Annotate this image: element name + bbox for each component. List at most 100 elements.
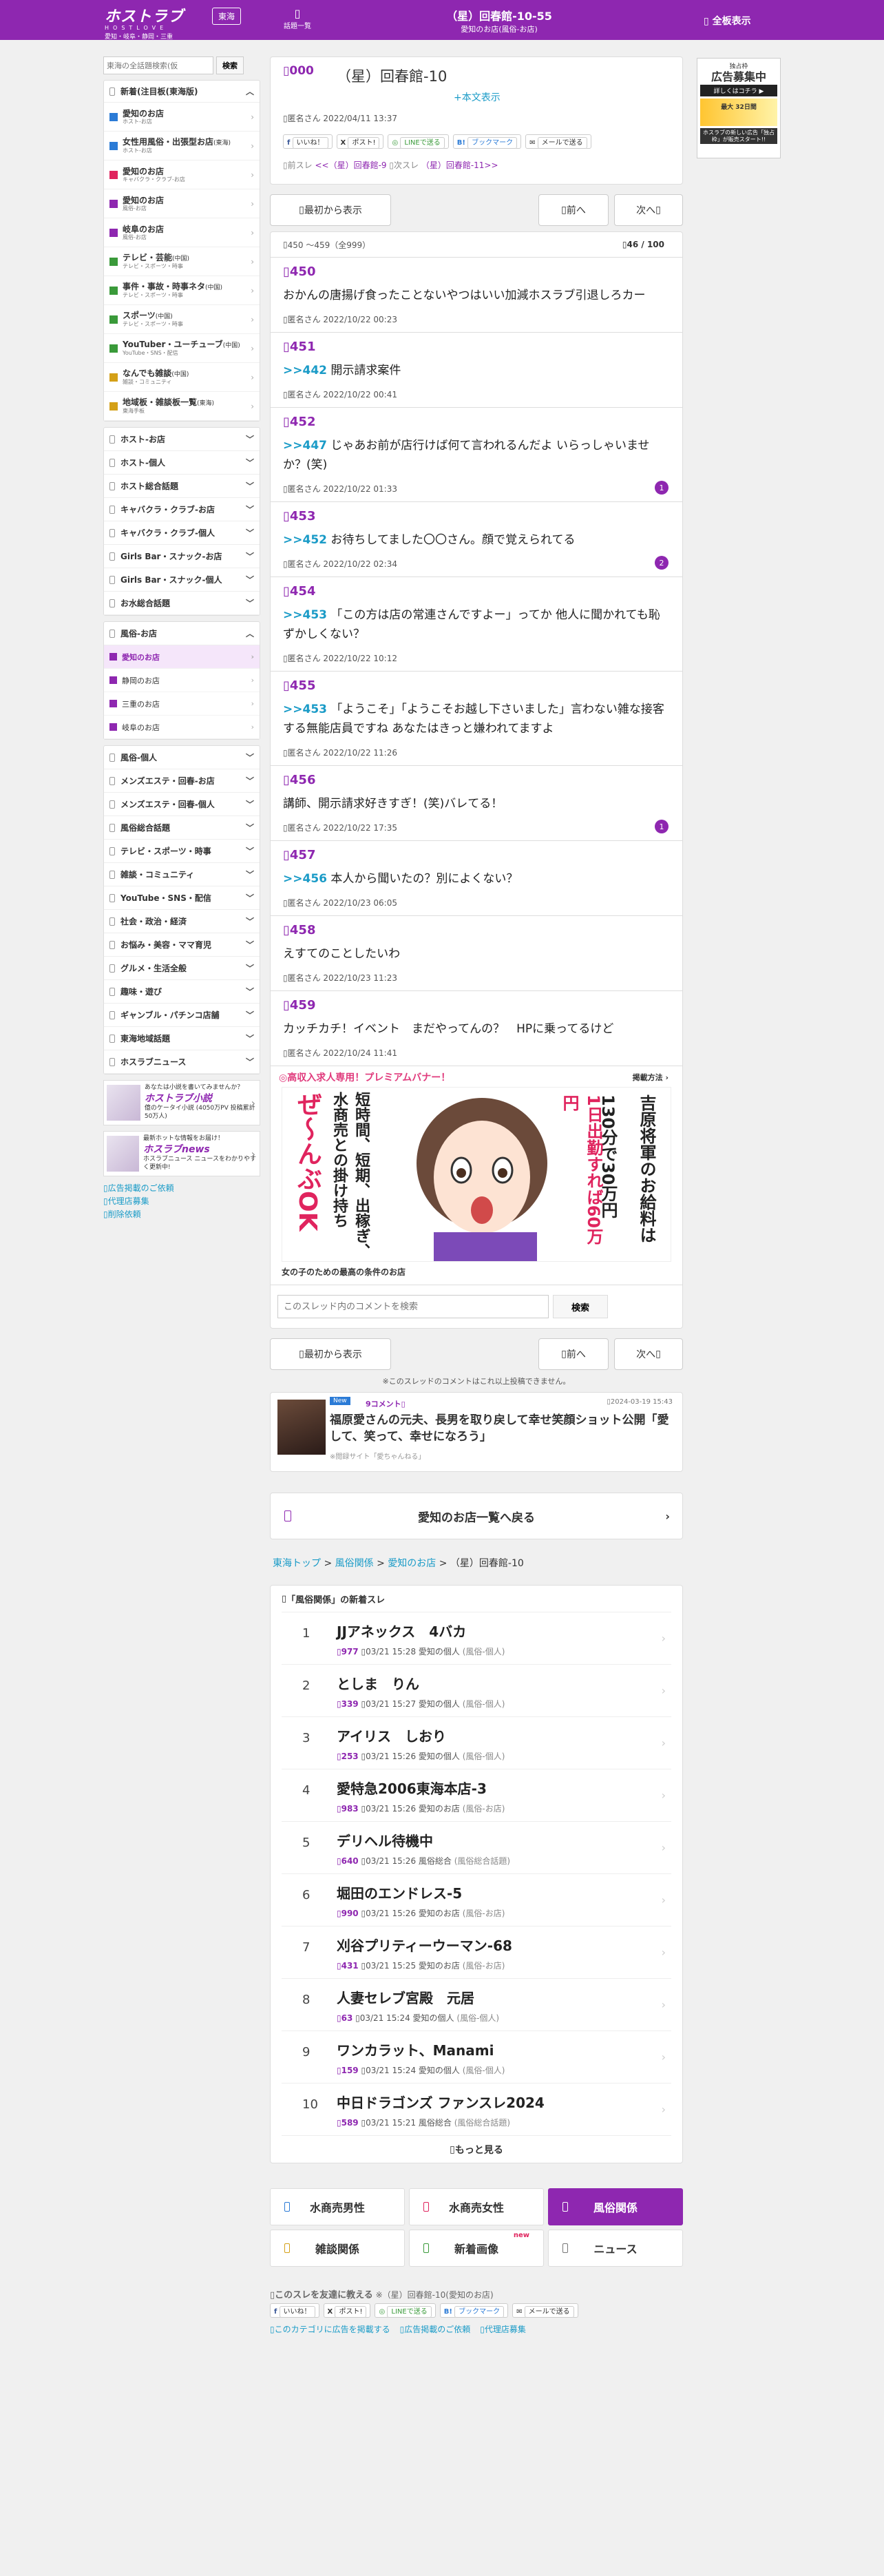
next-page-button[interactable]: 次へ ▯ <box>614 1338 683 1370</box>
ad-request-link[interactable]: ▯広告掲載のご依頼 <box>400 2323 471 2335</box>
breadcrumb-aichi[interactable]: 愛知のお店 <box>388 1558 436 1569</box>
next-page-button[interactable]: 次へ ▯ <box>614 194 683 226</box>
exclusive-ad[interactable]: 独占枠 広告募集中 詳しくはコチラ ▶ 最大 32日間 ホスラブの新しい広告「独… <box>697 58 781 158</box>
sidebar-category[interactable]: お水総合話題 ﹀ <box>104 592 260 615</box>
mail-share-button[interactable]: ✉ メールで送る <box>525 134 591 149</box>
sidebar-new-item[interactable]: なんでも雑談(中国) 雑談・コミュニティ › <box>104 363 260 392</box>
news-item[interactable]: New 9コメント▯ ▯2024-03-19 15:43 福原愛さんの元夫、長男… <box>270 1392 683 1472</box>
premium-banner[interactable]: ◎高収入求人専用！プレミアムバナー！ 掲載方法 › ぜ〜んぶOK 短時間、短期、… <box>271 1066 682 1285</box>
x-post-button[interactable]: X ポスト! <box>323 2303 371 2318</box>
sidebar-category[interactable]: メンズエステ・回春-個人 ﹀ <box>104 793 260 816</box>
news-promo[interactable]: 最新ホットな情報をお届け！ ホスラブnews ホスラブニュース ニュースをわかりやす… <box>103 1131 260 1176</box>
ranking-row[interactable]: 6 堀田のエンドレス-5 ▯990 ▯03/21 15:26 愛知のお店 (風俗-お… <box>282 1873 671 1926</box>
sidebar-new-item[interactable]: テレビ・芸能(中国) テレビ・スポーツ・時事 › <box>104 247 260 276</box>
sidebar-new-item[interactable]: 事件・事故・時事ネタ(中国) テレビ・スポーツ・時事 › <box>104 276 260 305</box>
prev-page-button[interactable]: ▯ 前へ <box>538 1338 609 1370</box>
ranking-row[interactable]: 10 中日ドラゴンズ ファンスレ2024 ▯589 ▯03/21 15:21 風俗総… <box>282 2083 671 2135</box>
sidebar-search-input[interactable] <box>103 56 213 74</box>
post-number[interactable]: ▯454 <box>283 584 670 599</box>
sidebar-category[interactable]: テレビ・スポーツ・時事 ﹀ <box>104 840 260 863</box>
agency-link[interactable]: ▯代理店募集 <box>103 1195 260 1208</box>
breadcrumb-fuzoku[interactable]: 風俗関係 <box>335 1558 374 1569</box>
ranking-row[interactable]: 4 愛特急2006東海本店-3 ▯983 ▯03/21 15:26 愛知のお店 (風… <box>282 1769 671 1821</box>
post-number[interactable]: ▯452 <box>283 415 670 429</box>
bookmark-button[interactable]: B! ブックマーク <box>439 2303 509 2318</box>
sidebar-category[interactable]: お悩み・美容・ママ育児 ﹀ <box>104 933 260 957</box>
sidebar-category[interactable]: Girls Bar・スナック-個人 ﹀ <box>104 568 260 592</box>
topic-list-button[interactable]: ▯ 話題一覧 <box>284 7 311 30</box>
sidebar-new-item[interactable]: 愛知のお店 ホスト-お店 › <box>104 103 260 132</box>
ranking-row[interactable]: 5 デリヘル待機中 ▯640 ▯03/21 15:26 風俗総合 (風俗総合話題) › <box>282 1821 671 1873</box>
sidebar-new-item[interactable]: 愛知のお店 キャバクラ・クラブ-お店 › <box>104 160 260 189</box>
sidebar-new-item[interactable]: 愛知のお店 風俗-お店 › <box>104 189 260 218</box>
post-number[interactable]: ▯451 <box>283 340 670 354</box>
sidebar-category[interactable]: ホスト-個人 ﹀ <box>104 451 260 475</box>
mail-share-button[interactable]: ✉ メールで送る <box>512 2303 578 2318</box>
show-from-start-button[interactable]: ▯ 最初から表示 <box>270 1338 391 1370</box>
category-fuzoku-header[interactable]: 風俗-お店 ︿ <box>104 622 260 645</box>
ad-request-link[interactable]: ▯広告掲載のご依頼 <box>103 1182 260 1195</box>
sidebar-category[interactable]: 趣味・遊び ﹀ <box>104 980 260 1004</box>
agency-link[interactable]: ▯代理店募集 <box>480 2323 526 2335</box>
bookmark-button[interactable]: B! ブックマーク <box>452 134 522 149</box>
new-board-header[interactable]: 新着(注目板(東海版) ︿ <box>104 81 260 103</box>
line-share-button[interactable]: ◎ LINEで送る <box>375 2303 436 2318</box>
sidebar-category[interactable]: キャバクラ・クラブ-個人 ﹀ <box>104 521 260 545</box>
sidebar-category[interactable]: 風俗-個人 ﹀ <box>104 746 260 769</box>
ranking-row[interactable]: 3 アイリス しおり ▯253 ▯03/21 15:26 愛知の個人 (風俗-個人)… <box>282 1716 671 1769</box>
sidebar-subcategory[interactable]: 愛知のお店 › <box>104 645 260 669</box>
sidebar-subcategory[interactable]: 三重のお店 › <box>104 692 260 716</box>
post-number[interactable]: ▯459 <box>283 998 670 1012</box>
reply-anchor-link[interactable]: >>453 <box>283 703 327 716</box>
facebook-like-button[interactable]: f いいね！ <box>270 2303 319 2318</box>
ranking-row[interactable]: 7 刈谷プリティーウーマン-68 ▯431 ▯03/21 15:25 愛知のお店 (… <box>282 1926 671 1978</box>
reply-anchor-link[interactable]: >>447 <box>283 439 327 453</box>
x-post-button[interactable]: X ポスト! <box>336 134 384 149</box>
novel-promo[interactable]: あなたは小説を書いてみませんか？ ホストラブ小説 億のケータイ小説 (4050万PV… <box>103 1080 260 1125</box>
back-to-list-button[interactable]: 愛知のお店一覧へ戻る › <box>270 1493 683 1539</box>
sidebar-new-item[interactable]: YouTuber・ユーチューブ(中国) YouTube・SNS・配信 › <box>104 334 260 363</box>
sidebar-new-item[interactable]: スポーツ(中国) テレビ・スポーツ・時事 › <box>104 305 260 334</box>
category-nav-button[interactable]: ニュース <box>548 2230 683 2267</box>
post-number[interactable]: ▯456 <box>283 773 670 787</box>
show-more-button[interactable]: ▯ もっと見る <box>282 2135 671 2163</box>
thread-search-input[interactable] <box>277 1295 549 1318</box>
category-nav-button[interactable]: 水商売女性 <box>409 2188 544 2225</box>
category-nav-button[interactable]: 新着画像 new <box>409 2230 544 2267</box>
show-from-start-button[interactable]: ▯ 最初から表示 <box>270 194 391 226</box>
show-body-link[interactable]: +本文表示 <box>454 90 501 104</box>
category-ad-link[interactable]: ▯このカテゴリに広告を掲載する <box>270 2323 390 2335</box>
reply-count-badge[interactable]: 1 <box>655 481 669 495</box>
prev-thread-link[interactable]: <<（星）回春館-9 <box>315 160 386 170</box>
sidebar-subcategory[interactable]: 岐阜のお店 › <box>104 716 260 739</box>
ranking-row[interactable]: 2 としま りん ▯339 ▯03/21 15:27 愛知の個人 (風俗-個人) › <box>282 1664 671 1716</box>
sidebar-subcategory[interactable]: 静岡のお店 › <box>104 669 260 692</box>
full-view-button[interactable]: ▯ 全板表示 <box>704 14 751 28</box>
sidebar-category[interactable]: 雑談・コミュニティ ﹀ <box>104 863 260 886</box>
sidebar-search-button[interactable]: 検索 <box>216 56 244 74</box>
sidebar-category[interactable]: Girls Bar・スナック-お店 ﹀ <box>104 545 260 568</box>
post-number[interactable]: ▯453 <box>283 509 670 523</box>
category-nav-button[interactable]: 雑談関係 <box>270 2230 405 2267</box>
sidebar-category[interactable]: ギャンブル・パチンコ店舗 ﹀ <box>104 1004 260 1027</box>
next-thread-link[interactable]: （星）回春館-11>> <box>421 160 498 170</box>
line-share-button[interactable]: ◎ LINEで送る <box>388 134 449 149</box>
ranking-row[interactable]: 8 人妻セレブ宮殿 元居 ▯63 ▯03/21 15:24 愛知の個人 (風俗-個人… <box>282 1978 671 2030</box>
post-number[interactable]: ▯450 <box>283 264 670 279</box>
reply-anchor-link[interactable]: >>442 <box>283 364 327 377</box>
sidebar-category[interactable]: ホスト-お店 ﹀ <box>104 428 260 451</box>
placement-link[interactable]: 掲載方法 › <box>633 1072 669 1083</box>
breadcrumb-top[interactable]: 東海トップ <box>273 1558 321 1569</box>
sidebar-category[interactable]: キャバクラ・クラブ-お店 ﹀ <box>104 498 260 521</box>
reply-anchor-link[interactable]: >>456 <box>283 872 327 886</box>
reply-count-badge[interactable]: 2 <box>655 556 669 570</box>
category-nav-button[interactable]: 水商売男性 <box>270 2188 405 2225</box>
site-logo[interactable]: ホストラブ HOSTLOVE 愛知・岐阜・静岡・三重 <box>105 4 184 41</box>
sidebar-category[interactable]: YouTube・SNS・配信 ﹀ <box>104 886 260 910</box>
sidebar-category[interactable]: 社会・政治・経済 ﹀ <box>104 910 260 933</box>
sidebar-category[interactable]: メンズエステ・回春-お店 ﹀ <box>104 769 260 793</box>
sidebar-category[interactable]: 風俗総合話題 ﹀ <box>104 816 260 840</box>
sidebar-category[interactable]: 東海地域話題 ﹀ <box>104 1027 260 1050</box>
delete-request-link[interactable]: ▯削除依頼 <box>103 1208 260 1221</box>
sidebar-category[interactable]: ホスラブニュース ﹀ <box>104 1050 260 1074</box>
